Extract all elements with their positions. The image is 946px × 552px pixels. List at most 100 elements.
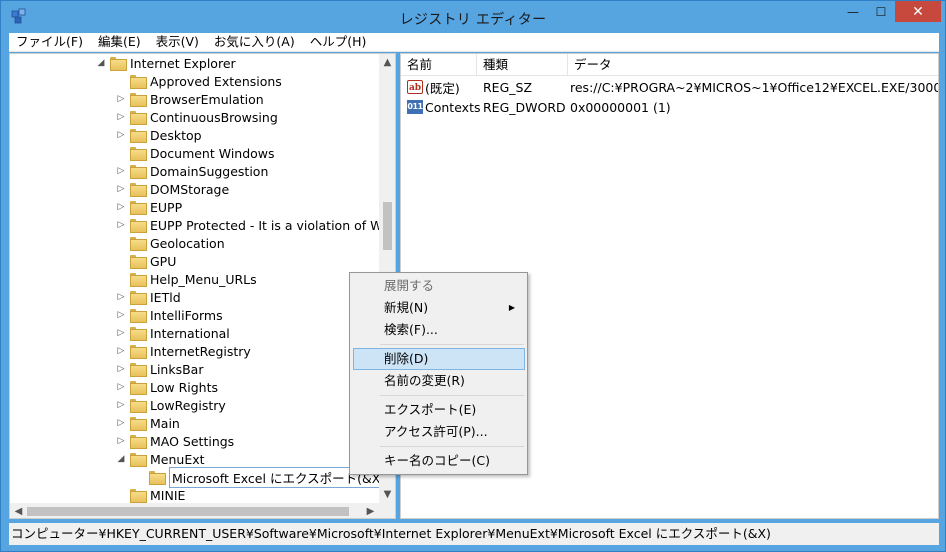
menu-help[interactable]: ヘルプ(H)	[303, 33, 375, 51]
expand-arrow-icon[interactable]: ▷	[116, 130, 126, 140]
maximize-button[interactable]: ☐	[867, 1, 895, 22]
tree-item[interactable]: ▷ Desktop	[116, 126, 202, 144]
tree-item-label: Desktop	[150, 127, 202, 143]
expand-arrow-icon[interactable]: ▷	[116, 292, 126, 302]
expand-arrow-icon[interactable]: ▷	[116, 436, 126, 446]
context-menu-item[interactable]: 検索(F)...	[353, 319, 525, 341]
string-value-icon: ab	[407, 80, 423, 94]
folder-icon	[130, 183, 147, 197]
column-data[interactable]: データ	[568, 54, 938, 76]
folder-icon	[130, 93, 147, 107]
tree-item[interactable]: ▷ InternetRegistry	[116, 342, 251, 360]
menu-edit[interactable]: 編集(E)	[91, 33, 149, 51]
tree-item-label: IETld	[150, 289, 181, 305]
tree-item[interactable]: ▷ International	[116, 324, 230, 342]
menu-separator	[380, 446, 524, 447]
tree-item[interactable]: Document Windows	[116, 144, 275, 162]
tree-item[interactable]: ▷ MAO Settings	[116, 432, 234, 450]
context-menu-item[interactable]: アクセス許可(P)...	[353, 421, 525, 443]
scroll-thumb[interactable]	[383, 202, 392, 250]
expand-arrow-icon[interactable]: ▷	[116, 418, 126, 428]
registry-editor-window: レジストリ エディター — ☐ ✕ ファイル(F) 編集(E) 表示(V) お気…	[0, 0, 946, 552]
tree-item[interactable]: ◢ Internet Explorer	[96, 54, 236, 72]
tree-item[interactable]: ▷ IntelliForms	[116, 306, 223, 324]
scroll-left-arrow-icon[interactable]: ◀	[10, 503, 27, 518]
expand-arrow-icon[interactable]: ▷	[116, 112, 126, 122]
tree-item[interactable]: Help_Menu_URLs	[116, 270, 257, 288]
folder-icon	[130, 309, 147, 323]
tree-item[interactable]: ▷ EUPP Protected - It is a violation of W…	[116, 216, 394, 234]
folder-icon	[110, 57, 127, 71]
minimize-button[interactable]: —	[839, 1, 867, 22]
key-tree-pane[interactable]: ◢ Internet Explorer Approved Extensions ▷ Br…	[9, 53, 396, 519]
expand-arrow-icon[interactable]: ▷	[116, 220, 126, 230]
expand-arrow-icon[interactable]: ▷	[116, 310, 126, 320]
expand-arrow-icon[interactable]: ▷	[116, 400, 126, 410]
expand-arrow-icon[interactable]: ▷	[116, 328, 126, 338]
tree-horizontal-scrollbar[interactable]: ◀ ▶	[10, 503, 395, 518]
tree-item[interactable]: Approved Extensions	[116, 72, 282, 90]
tree-item-label: Help_Menu_URLs	[150, 271, 257, 287]
context-menu-item[interactable]: エクスポート(E)	[353, 399, 525, 421]
folder-icon	[149, 471, 166, 485]
expand-arrow-icon[interactable]: ▷	[116, 346, 126, 356]
value-type: REG_SZ	[483, 79, 533, 95]
value-row[interactable]: 011 Contexts REG_DWORD 0x00000001 (1)	[401, 97, 671, 117]
expand-arrow-icon[interactable]: ▷	[116, 202, 126, 212]
context-menu-item[interactable]: 削除(D)	[353, 348, 525, 370]
column-type[interactable]: 種類	[477, 54, 568, 76]
context-menu-item[interactable]: 名前の変更(R)	[353, 370, 525, 392]
window-title: レジストリ エディター	[399, 12, 547, 28]
h-scroll-thumb[interactable]	[27, 507, 349, 516]
tree-item-label: Main	[150, 415, 180, 431]
title-bar[interactable]: レジストリ エディター — ☐ ✕	[1, 1, 945, 33]
tree-item[interactable]: GPU	[116, 252, 176, 270]
tree-item[interactable]: ▷ IETld	[116, 288, 181, 306]
tree-item[interactable]: Geolocation	[116, 234, 225, 252]
tree-item[interactable]: ▷ LowRegistry	[116, 396, 226, 414]
close-button[interactable]: ✕	[895, 1, 941, 22]
expand-arrow-icon[interactable]: ▷	[116, 364, 126, 374]
folder-icon	[130, 345, 147, 359]
tree-item[interactable]: ▷ BrowserEmulation	[116, 90, 264, 108]
menu-view[interactable]: 表示(V)	[149, 33, 207, 51]
tree-item[interactable]: ▷ LinksBar	[116, 360, 204, 378]
collapse-arrow-icon[interactable]: ◢	[96, 58, 106, 68]
tree-item[interactable]: ▷ Main	[116, 414, 180, 432]
context-menu-item[interactable]: 新規(N) ▶	[353, 297, 525, 319]
tree-item[interactable]: ▷ Low Rights	[116, 378, 218, 396]
tree-item-label: International	[150, 325, 230, 341]
expand-arrow-icon[interactable]: ▷	[116, 166, 126, 176]
tree-item[interactable]: ◢ MenuExt	[116, 450, 205, 468]
tree-item-label: DOMStorage	[150, 181, 230, 197]
value-name: Contexts	[425, 99, 481, 115]
tree-item[interactable]: MINIE	[116, 486, 185, 504]
tree-item-label: ContinuousBrowsing	[150, 109, 278, 125]
tree-item[interactable]: ▷ DOMStorage	[116, 180, 229, 198]
folder-icon	[130, 165, 147, 179]
value-name: (既定)	[425, 80, 460, 96]
menu-file[interactable]: ファイル(F)	[9, 33, 91, 51]
scroll-down-arrow-icon[interactable]: ▼	[379, 486, 395, 503]
value-row[interactable]: ab (既定) REG_SZ res://C:¥PROGRA~2¥MICROS~1¥O…	[401, 77, 938, 97]
folder-icon	[130, 129, 147, 143]
expand-arrow-icon[interactable]: ▷	[116, 382, 126, 392]
tree-item[interactable]: ▷ ContinuousBrowsing	[116, 108, 278, 126]
menu-favorites[interactable]: お気に入り(A)	[207, 33, 303, 51]
status-bar: コンピューター¥HKEY_CURRENT_USER¥Software¥Micro…	[9, 523, 939, 545]
collapse-arrow-icon[interactable]: ◢	[116, 454, 126, 464]
column-name[interactable]: 名前	[401, 54, 477, 76]
tree-item[interactable]: ▷ DomainSuggestion	[116, 162, 268, 180]
expand-arrow-icon[interactable]: ▷	[116, 94, 126, 104]
tree-item-label: Approved Extensions	[150, 73, 282, 89]
tree-item[interactable]: ▷ EUPP	[116, 198, 182, 216]
folder-icon	[130, 381, 147, 395]
tree-item-label: MINIE	[150, 487, 186, 503]
context-menu-item[interactable]: 展開する	[353, 275, 525, 297]
tree-item-label: EUPP	[150, 199, 183, 215]
context-menu-item[interactable]: キー名のコピー(C)	[353, 450, 525, 472]
scroll-up-arrow-icon[interactable]: ▲	[379, 54, 395, 71]
tree-item-label: EUPP Protected - It is a violation of Wi…	[150, 217, 394, 233]
expand-arrow-icon[interactable]: ▷	[116, 184, 126, 194]
scroll-right-arrow-icon[interactable]: ▶	[362, 503, 379, 518]
